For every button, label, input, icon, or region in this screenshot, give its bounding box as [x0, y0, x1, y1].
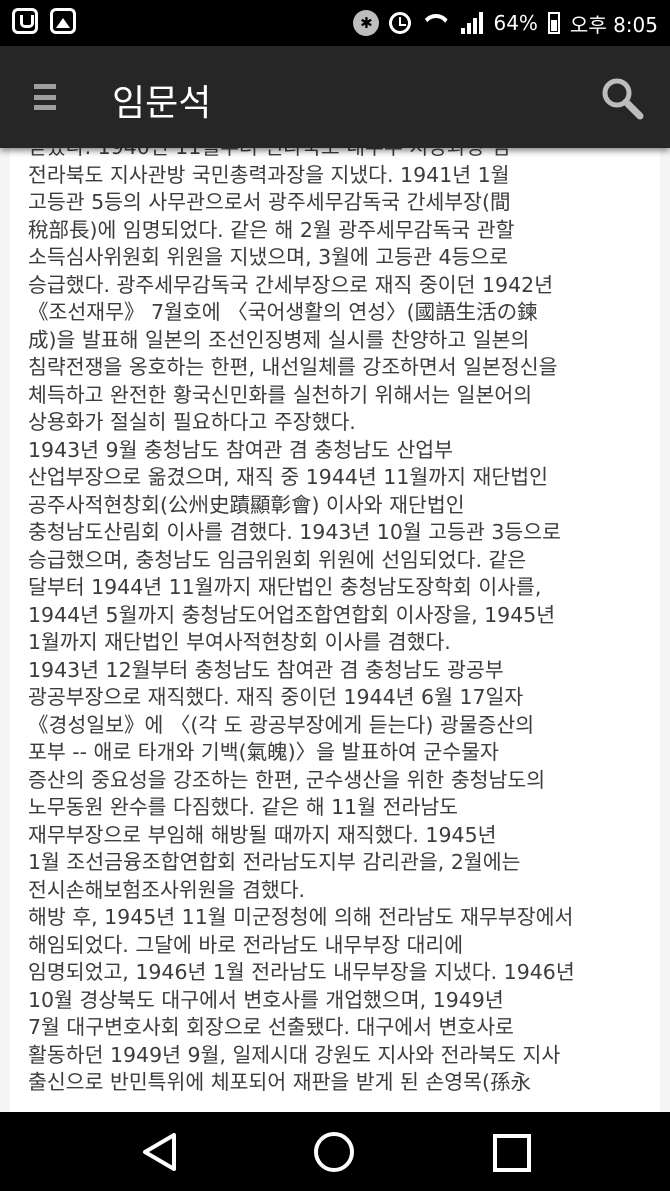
alarm-icon: [389, 12, 412, 34]
page-title: 임문석: [112, 83, 212, 124]
status-notifications: [12, 8, 76, 34]
article-body: 받았다. 1940년 11월부터 전라북도 내무부 지방과장 겸 전라북도 지사…: [28, 148, 575, 1094]
home-icon[interactable]: [314, 1132, 354, 1172]
signal-icon: [461, 12, 484, 34]
screen: ✱ 64% 오후 8:05 임문석 받았다. 1940년 11월부터 전라북도 …: [0, 0, 670, 1191]
clock: 오후 8:05: [569, 12, 658, 37]
battery-percent: 64%: [493, 11, 538, 35]
wifi-icon: [421, 12, 451, 34]
gallery-icon: [50, 8, 76, 34]
recent-apps-icon[interactable]: [493, 1134, 531, 1172]
back-icon[interactable]: [140, 1132, 180, 1172]
status-bar: ✱ 64% 오후 8:05: [0, 0, 670, 46]
status-system: ✱ 64% 오후 8:05: [353, 0, 658, 46]
search-icon[interactable]: [600, 76, 644, 120]
bluetooth-icon: ✱: [353, 10, 380, 36]
carrier-icon: [12, 8, 38, 34]
battery-icon: [547, 12, 560, 34]
app-bar: 임문석: [0, 46, 670, 148]
navigation-bar: [0, 1112, 670, 1191]
article-card[interactable]: 받았다. 1940년 11월부터 전라북도 내무부 지방과장 겸 전라북도 지사…: [10, 148, 660, 1112]
hamburger-menu-icon[interactable]: [34, 84, 56, 110]
